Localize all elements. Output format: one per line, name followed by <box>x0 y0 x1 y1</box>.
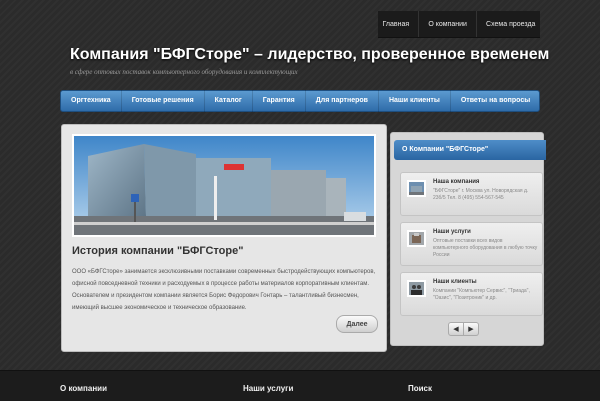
card-thumbnail <box>407 180 426 197</box>
nav-item-warranty[interactable]: Гарантия <box>253 90 306 112</box>
card-title[interactable]: Наша компания <box>433 179 479 185</box>
building-photo-illustration <box>74 136 374 235</box>
carousel-controls: ◀ ▶ <box>448 322 479 336</box>
footer-heading-about: О компании <box>60 384 107 393</box>
featured-title[interactable]: История компании "БФГСторе" <box>72 245 243 257</box>
card-text: Оптовые поставки всех видов компьютерног… <box>433 238 538 258</box>
divider <box>475 11 477 37</box>
arrow-right-icon[interactable]: ▶ <box>464 322 479 336</box>
divider <box>418 11 420 37</box>
footer-heading-services: Наши услуги <box>243 384 294 393</box>
card-title[interactable]: Наши услуги <box>433 229 471 235</box>
arrow-left-icon[interactable]: ◀ <box>448 322 464 336</box>
nav-item-office-equipment[interactable]: Оргтехника <box>61 90 122 112</box>
site-tagline: в сфере оптовых поставок компьютерного о… <box>70 68 298 76</box>
card-thumbnail <box>407 230 426 247</box>
card-title[interactable]: Наши клиенты <box>433 279 477 285</box>
card-our-services[interactable]: Наши услуги Оптовые поставки всех видов … <box>400 222 543 266</box>
top-navigation: Главная О компании Схема проезда <box>378 11 540 38</box>
nav-item-ready-solutions[interactable]: Готовые решения <box>122 90 205 112</box>
topnav-home-link[interactable]: Главная <box>383 21 410 28</box>
featured-panel: История компании "БФГСторе" ООО «БФГСтор… <box>61 124 387 352</box>
topnav-directions-link[interactable]: Схема проезда <box>486 21 535 28</box>
card-our-company[interactable]: Наша компания "БФГСторе" г. Москва ул. Н… <box>400 172 543 216</box>
nav-item-clients[interactable]: Наши клиенты <box>379 90 451 112</box>
about-company-heading: О Компании "БФГСторе" <box>394 140 546 160</box>
featured-building-image[interactable] <box>72 134 376 237</box>
card-thumbnail <box>407 280 426 297</box>
main-navigation: Оргтехника Готовые решения Каталог Гаран… <box>60 90 540 112</box>
nav-item-catalog[interactable]: Каталог <box>205 90 253 112</box>
topnav-about-link[interactable]: О компании <box>428 21 467 28</box>
footer-heading-search: Поиск <box>408 384 433 393</box>
more-button[interactable]: Далее <box>336 315 378 333</box>
nav-item-partners[interactable]: Для партнеров <box>306 90 379 112</box>
nav-item-faq[interactable]: Ответы на вопросы <box>451 90 540 112</box>
footer: О компании Наши услуги Поиск <box>0 370 600 401</box>
site-title[interactable]: Компания "БФГСторе" – лидерство, провере… <box>70 46 549 64</box>
card-text: Компании "Компьютер Сервис", "Триада", "… <box>433 288 530 301</box>
featured-text: ООО «БФГСторе» занимается эксклюзивными … <box>72 269 376 311</box>
card-our-clients[interactable]: Наши клиенты Компании "Компьютер Сервис"… <box>400 272 543 316</box>
card-text: "БФГСторе" г. Москва ул. Новорядская д. … <box>433 188 529 201</box>
